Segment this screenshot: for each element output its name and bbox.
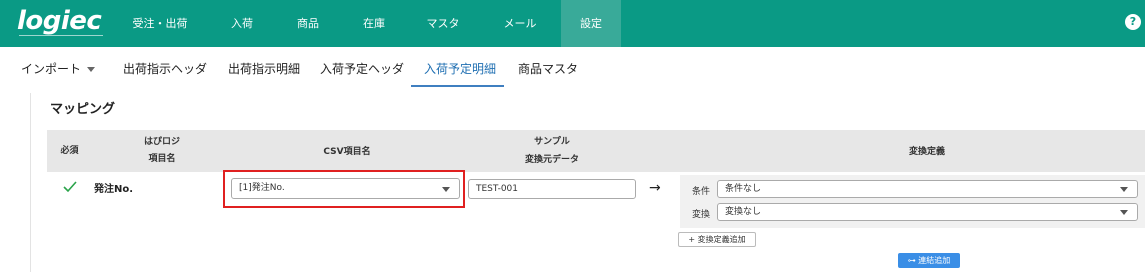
transform-value: 変換なし	[725, 207, 762, 217]
transform-label: 変換	[692, 210, 711, 220]
top-navbar: logiec 受注・出荷 入荷 商品 在庫 マスタ メール 設定 ?	[0, 0, 1145, 47]
logo-text: logiec	[17, 6, 102, 36]
logiec-logo[interactable]: logiec	[17, 6, 107, 40]
content-divider	[30, 93, 31, 272]
chevron-down-icon	[87, 67, 96, 72]
nav-item-master[interactable]: マスタ	[413, 0, 473, 47]
header-csv: CSV項目名	[323, 147, 371, 157]
nav-item-settings[interactable]: 設定	[561, 0, 621, 47]
tab-receiving-detail[interactable]: 入荷予定明細	[424, 47, 496, 89]
section-title: マッピング	[50, 102, 116, 117]
import-dropdown[interactable]: インポート	[21, 47, 96, 89]
nav-item-orders[interactable]: 受注・出荷	[119, 0, 201, 47]
condition-value: 条件なし	[725, 184, 762, 194]
conversion-panel: 条件 条件なし 変換 変換なし	[680, 175, 1145, 228]
header-sample-line2: 変換元データ	[524, 155, 579, 165]
help-icon[interactable]: ?	[1125, 14, 1141, 30]
csv-column-value: [1]発注No.	[239, 183, 285, 193]
tab-product-master[interactable]: 商品マスタ	[518, 47, 578, 89]
chevron-down-icon	[442, 186, 450, 192]
add-conversion-button[interactable]: + 変換定義追加	[678, 232, 756, 247]
tab-shipping-header[interactable]: 出荷指示ヘッダ	[123, 47, 207, 89]
mapping-table-header: 必須 はぴロジ 項目名 CSV項目名 サンプル 変換元データ 変換定義	[47, 130, 1145, 172]
import-label: インポート	[21, 62, 82, 76]
csv-column-select[interactable]: [1]発注No.	[231, 178, 460, 199]
nav-item-products[interactable]: 商品	[280, 0, 336, 47]
condition-select[interactable]: 条件なし	[717, 180, 1138, 198]
active-tab-indicator	[411, 85, 504, 87]
sample-data-field[interactable]: TEST-001	[468, 179, 636, 199]
arrow-right-icon: →	[649, 180, 661, 196]
check-icon	[63, 181, 77, 193]
field-name: 発注No.	[94, 184, 134, 195]
header-sample-line1: サンプル	[534, 137, 570, 147]
header-hapi-line1: はぴロジ	[143, 137, 180, 147]
nav-item-inventory[interactable]: 在庫	[346, 0, 402, 47]
header-conversion: 変換定義	[908, 147, 945, 157]
tab-receiving-header[interactable]: 入荷予定ヘッダ	[320, 47, 404, 89]
nav-item-mail[interactable]: メール	[490, 0, 550, 47]
header-hapi-line2: 項目名	[148, 154, 176, 164]
transform-select[interactable]: 変換なし	[717, 203, 1138, 221]
chevron-down-icon	[1120, 210, 1128, 215]
tab-shipping-detail[interactable]: 出荷指示明細	[228, 47, 300, 89]
sub-tabs: インポート 出荷指示ヘッダ 出荷指示明細 入荷予定ヘッダ 入荷予定明細 商品マス…	[0, 47, 1145, 89]
add-join-button[interactable]: ⊶ 連結追加	[898, 253, 960, 268]
header-required: 必須	[60, 146, 79, 156]
logo-underline	[19, 35, 103, 38]
nav-item-receiving[interactable]: 入荷	[214, 0, 270, 47]
chevron-down-icon	[1120, 187, 1128, 192]
condition-label: 条件	[692, 187, 711, 197]
